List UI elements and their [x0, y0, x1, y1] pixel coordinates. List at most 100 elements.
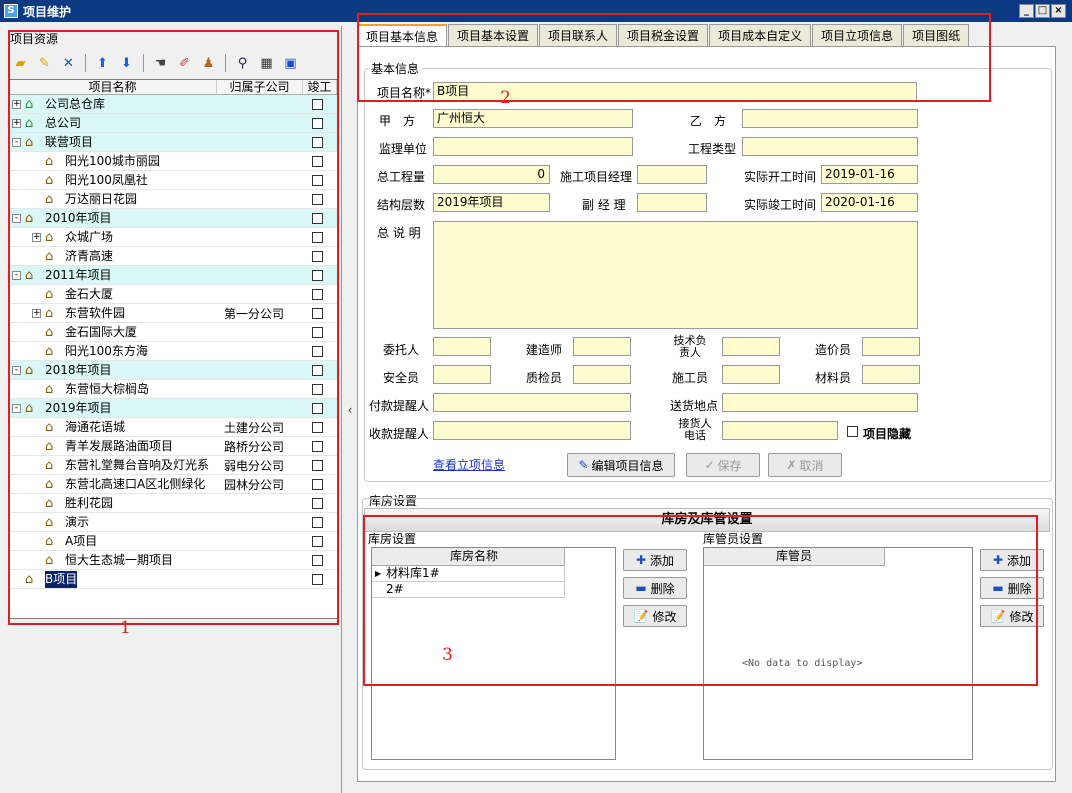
move-down-icon[interactable]: ⬇ — [116, 53, 137, 73]
start-date-field[interactable]: 2019-01-16 — [821, 165, 918, 184]
tree-row[interactable]: ⌂ 演示 — [9, 513, 337, 532]
tab-6[interactable]: 项目图纸 — [903, 24, 970, 47]
delete-icon[interactable]: ✕ — [58, 53, 79, 73]
quality-field[interactable] — [573, 365, 631, 384]
collapse-icon[interactable]: - — [12, 213, 21, 223]
expand-icon[interactable]: + — [32, 232, 41, 242]
tree-row[interactable]: + ⌂ 众城广场 — [9, 228, 337, 247]
delete-keeper-button[interactable]: ▬ 删除 — [980, 577, 1044, 599]
move-up-icon[interactable]: ⬆ — [92, 53, 113, 73]
col-company[interactable]: 归属子公司 — [217, 80, 303, 94]
warehouse-name-header[interactable]: 库房名称 — [372, 548, 565, 566]
edit-warehouse-button[interactable]: 📝 修改 — [623, 605, 687, 627]
completed-checkbox[interactable] — [312, 345, 323, 357]
party-b-field[interactable] — [742, 109, 918, 128]
view-approval-link[interactable]: 查看立项信息 — [433, 456, 505, 473]
keeper-grid[interactable]: 库管员 <No data to display> — [703, 547, 973, 760]
total-quantity-field[interactable]: 0 — [433, 165, 550, 184]
brush-icon[interactable]: ✐ — [174, 53, 195, 73]
warehouse-grid[interactable]: 库房名称 ▶ 材料库1# 2# — [371, 547, 616, 760]
completed-checkbox[interactable] — [312, 117, 323, 129]
tree-row[interactable]: ⌂ 阳光100东方海 — [9, 342, 337, 361]
tree-row[interactable]: + ⌂ 总公司 — [9, 114, 337, 133]
tab-0[interactable]: 项目基本信息 — [357, 24, 448, 47]
edit-folder-icon[interactable]: ✎ — [34, 53, 55, 73]
edit-project-button[interactable]: ✎ 编辑项目信息 — [567, 453, 675, 477]
tab-5[interactable]: 项目立项信息 — [812, 24, 903, 47]
collapse-icon[interactable]: - — [12, 403, 21, 413]
worker-field[interactable] — [722, 365, 780, 384]
completed-checkbox[interactable] — [312, 231, 323, 243]
completed-checkbox[interactable] — [312, 326, 323, 338]
completed-checkbox[interactable] — [312, 402, 323, 414]
supervisor-field[interactable] — [433, 137, 633, 156]
safety-field[interactable] — [433, 365, 491, 384]
tree-row[interactable]: ⌂ A项目 — [9, 532, 337, 551]
tree-row[interactable]: + ⌂ 公司总仓库 — [9, 95, 337, 114]
completed-checkbox[interactable] — [312, 364, 323, 376]
completed-checkbox[interactable] — [312, 535, 323, 547]
tree-row[interactable]: - ⌂ 2018年项目 — [9, 361, 337, 380]
col-completed[interactable]: 竣工 — [303, 80, 337, 94]
save-icon[interactable]: ▣ — [280, 53, 301, 73]
tree-row[interactable]: ⌂ 东营恒大棕榈岛 — [9, 380, 337, 399]
tab-1[interactable]: 项目基本设置 — [448, 24, 539, 47]
tree-row[interactable]: - ⌂ 2010年项目 — [9, 209, 337, 228]
panel-splitter[interactable]: ‹ — [343, 26, 357, 793]
completed-checkbox[interactable] — [312, 288, 323, 300]
completed-checkbox[interactable] — [312, 573, 323, 585]
cost-engineer-field[interactable] — [862, 337, 920, 356]
project-manager-field[interactable] — [637, 165, 707, 184]
tree-row[interactable]: ⌂ 金石大厦 — [9, 285, 337, 304]
completed-checkbox[interactable] — [312, 98, 323, 110]
tree-row[interactable]: ⌂ 东营北高速口A区北侧绿化 园林分公司 — [9, 475, 337, 494]
completed-checkbox[interactable] — [312, 478, 323, 490]
completed-checkbox[interactable] — [312, 497, 323, 509]
end-date-field[interactable]: 2020-01-16 — [821, 193, 918, 212]
expand-icon[interactable]: + — [12, 118, 21, 128]
col-project-name[interactable]: 项目名称 — [9, 80, 217, 94]
receipt-reminder-field[interactable] — [433, 421, 631, 440]
tree-row[interactable]: ⌂ 万达丽日花园 — [9, 190, 337, 209]
architect-field[interactable] — [573, 337, 631, 356]
expand-icon[interactable]: + — [12, 99, 21, 109]
material-field[interactable] — [862, 365, 920, 384]
completed-checkbox[interactable] — [312, 193, 323, 205]
completed-checkbox[interactable] — [312, 174, 323, 186]
users-icon[interactable]: ♟ — [198, 53, 219, 73]
tree-row[interactable]: ⌂ 胜利花园 — [9, 494, 337, 513]
tree-row[interactable]: ⌂ 恒大生态城一期项目 — [9, 551, 337, 570]
description-field[interactable] — [433, 221, 918, 329]
completed-checkbox[interactable] — [312, 421, 323, 433]
completed-checkbox[interactable] — [312, 459, 323, 471]
open-folder-icon[interactable]: ▰ — [10, 53, 31, 73]
edit-keeper-button[interactable]: 📝 修改 — [980, 605, 1044, 627]
keeper-header[interactable]: 库管员 — [704, 548, 885, 566]
completed-checkbox[interactable] — [312, 383, 323, 395]
vice-manager-field[interactable] — [637, 193, 707, 212]
delete-warehouse-button[interactable]: ▬ 删除 — [623, 577, 687, 599]
tech-lead-field[interactable] — [722, 337, 780, 356]
minimize-button[interactable]: _ — [1019, 4, 1034, 18]
point-icon[interactable]: ☚ — [150, 53, 171, 73]
tree-row[interactable]: + ⌂ 东营软件园 第一分公司 — [9, 304, 337, 323]
payment-reminder-field[interactable] — [433, 393, 631, 412]
completed-checkbox[interactable] — [312, 307, 323, 319]
binoculars-icon[interactable]: ⚲ — [232, 53, 253, 73]
completed-checkbox[interactable] — [312, 155, 323, 167]
client-field[interactable] — [433, 337, 491, 356]
add-keeper-button[interactable]: ✚ 添加 — [980, 549, 1044, 571]
tree-row[interactable]: ⌂ 阳光100城市丽园 — [9, 152, 337, 171]
save-button[interactable]: ✓ 保存 — [686, 453, 760, 477]
completed-checkbox[interactable] — [312, 554, 323, 566]
expand-icon[interactable]: + — [32, 308, 41, 318]
cancel-button[interactable]: ✗ 取消 — [768, 453, 842, 477]
delivery-address-field[interactable] — [722, 393, 918, 412]
tree-row[interactable]: - ⌂ 2011年项目 — [9, 266, 337, 285]
completed-checkbox[interactable] — [312, 440, 323, 452]
tab-2[interactable]: 项目联系人 — [539, 24, 618, 47]
receiver-phone-field[interactable] — [722, 421, 838, 440]
completed-checkbox[interactable] — [312, 250, 323, 262]
project-tree[interactable]: 项目名称 归属子公司 竣工 + ⌂ 公司总仓库 + ⌂ 总公司 - ⌂ 联营项目 ⌂ 阳光100城市… — [8, 79, 338, 619]
collapse-icon[interactable]: - — [12, 365, 21, 375]
